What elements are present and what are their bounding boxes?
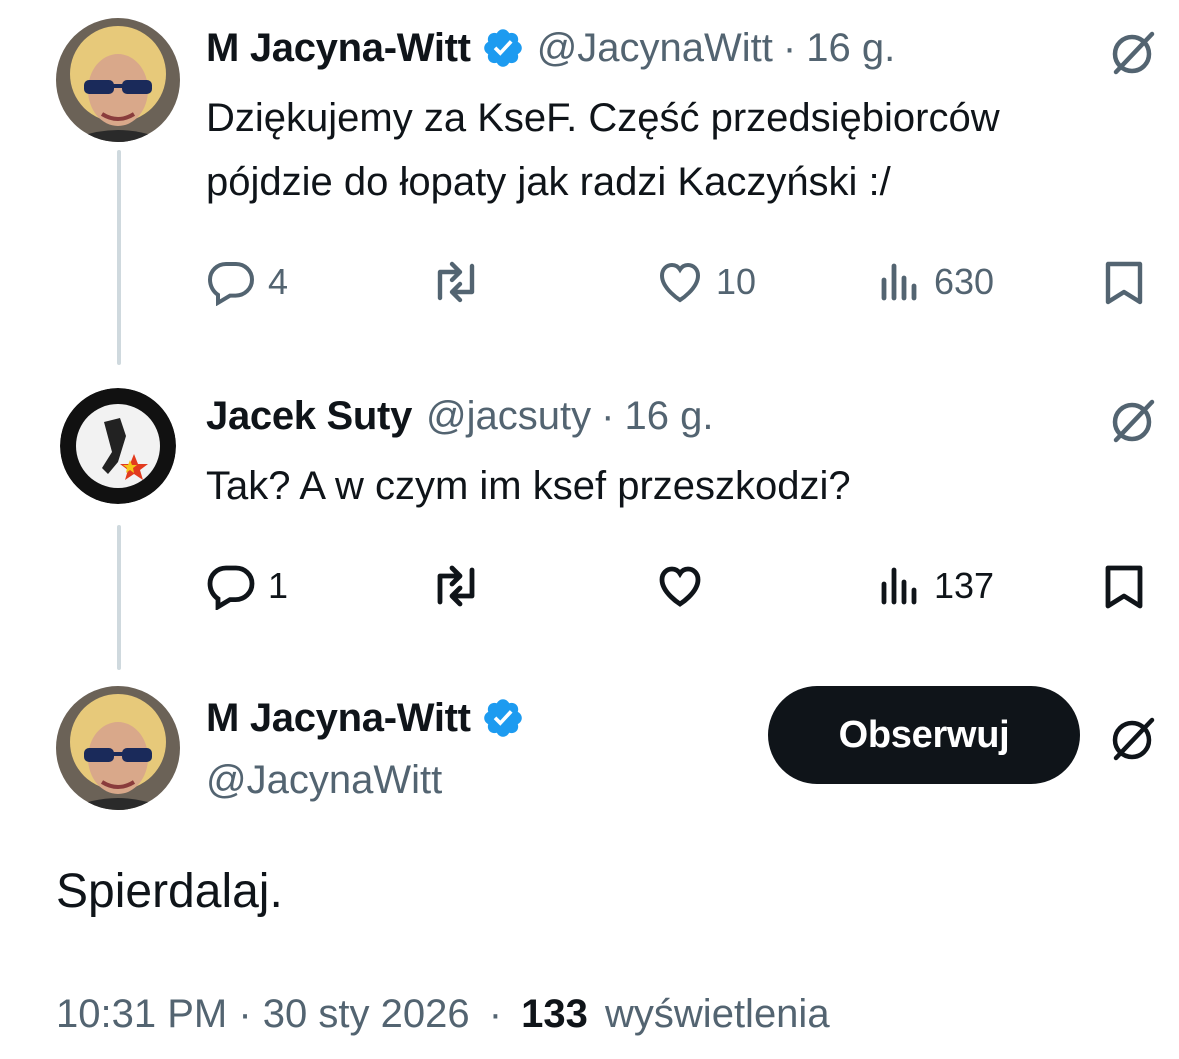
post-timestamp[interactable]: 10:31 PM · 30 sty 2026 (56, 992, 470, 1036)
views-label: wyświetlenia (605, 992, 830, 1036)
follow-button[interactable]: Obserwuj (768, 686, 1080, 784)
reply-button[interactable]: 4 (206, 258, 288, 306)
tweet3-handle-row: @JacynaWitt (206, 756, 442, 804)
reply-icon (207, 262, 255, 306)
separator: · (488, 992, 503, 1036)
author-name[interactable]: M Jacyna-Witt (206, 24, 471, 72)
repost-icon (437, 261, 475, 303)
tweet-text-line-2: pójdzie do łopaty jak radzi Kaczyński :/ (206, 160, 891, 204)
reply-count: 1 (268, 565, 289, 606)
views-button[interactable]: 630 (876, 258, 994, 306)
verified-badge-icon (481, 26, 525, 70)
thread-line-2 (117, 525, 121, 670)
views-chart-icon (881, 263, 917, 301)
tweet-text: Tak? A w czym im ksef przeszkodzi? (206, 464, 851, 508)
grok-icon[interactable] (1108, 26, 1160, 78)
tweet2-header: Jacek Suty @jacsuty · 16 g. (206, 392, 713, 440)
reply-button[interactable]: 1 (206, 562, 288, 610)
views-count: 137 (934, 565, 995, 606)
repost-button[interactable] (428, 258, 484, 306)
views-count: 133 (521, 992, 588, 1036)
like-button[interactable]: 10 (654, 258, 756, 306)
avatar[interactable] (56, 686, 180, 810)
author-name[interactable]: Jacek Suty (206, 392, 412, 440)
repost-icon (437, 565, 475, 607)
reply-count: 4 (268, 261, 289, 302)
tweet-meta: 10:31 PM · 30 sty 2026 · 133 wyświetleni… (56, 988, 830, 1040)
thread-line-1 (117, 150, 121, 365)
author-name[interactable]: M Jacyna-Witt (206, 694, 471, 742)
heart-icon (659, 566, 701, 607)
tweet3-header: M Jacyna-Witt (206, 694, 537, 742)
views-button[interactable]: 137 (876, 562, 994, 610)
bookmark-icon (1105, 261, 1143, 305)
separator: · (601, 394, 615, 438)
tweet1-header: M Jacyna-Witt @JacynaWitt · 16 g. (206, 24, 895, 72)
heart-icon (659, 262, 701, 303)
bookmark-button[interactable] (1102, 562, 1146, 612)
separator: · (782, 26, 797, 70)
tweet-text-line-1: Dziękujemy za KseF. Część przedsiębiorcó… (206, 96, 1000, 140)
author-handle[interactable]: @jacsuty (426, 392, 591, 440)
author-handle[interactable]: @JacynaWitt (537, 24, 773, 72)
like-count: 10 (716, 261, 757, 302)
author-handle[interactable]: @JacynaWitt (206, 756, 442, 804)
avatar[interactable] (56, 18, 180, 142)
timestamp[interactable]: 16 g. (806, 24, 895, 72)
views-chart-icon (881, 567, 917, 605)
timestamp[interactable]: 16 g. (624, 392, 713, 440)
views-count: 630 (934, 261, 995, 302)
like-button[interactable] (654, 562, 706, 610)
tweet-text: Spierdalaj. (56, 865, 283, 918)
avatar[interactable] (60, 388, 176, 504)
grok-icon[interactable] (1108, 712, 1160, 764)
bookmark-icon (1105, 565, 1143, 609)
grok-icon[interactable] (1108, 394, 1160, 446)
bookmark-button[interactable] (1102, 258, 1146, 308)
reply-icon (207, 565, 255, 610)
verified-badge-icon (481, 696, 525, 740)
repost-button[interactable] (428, 562, 484, 610)
